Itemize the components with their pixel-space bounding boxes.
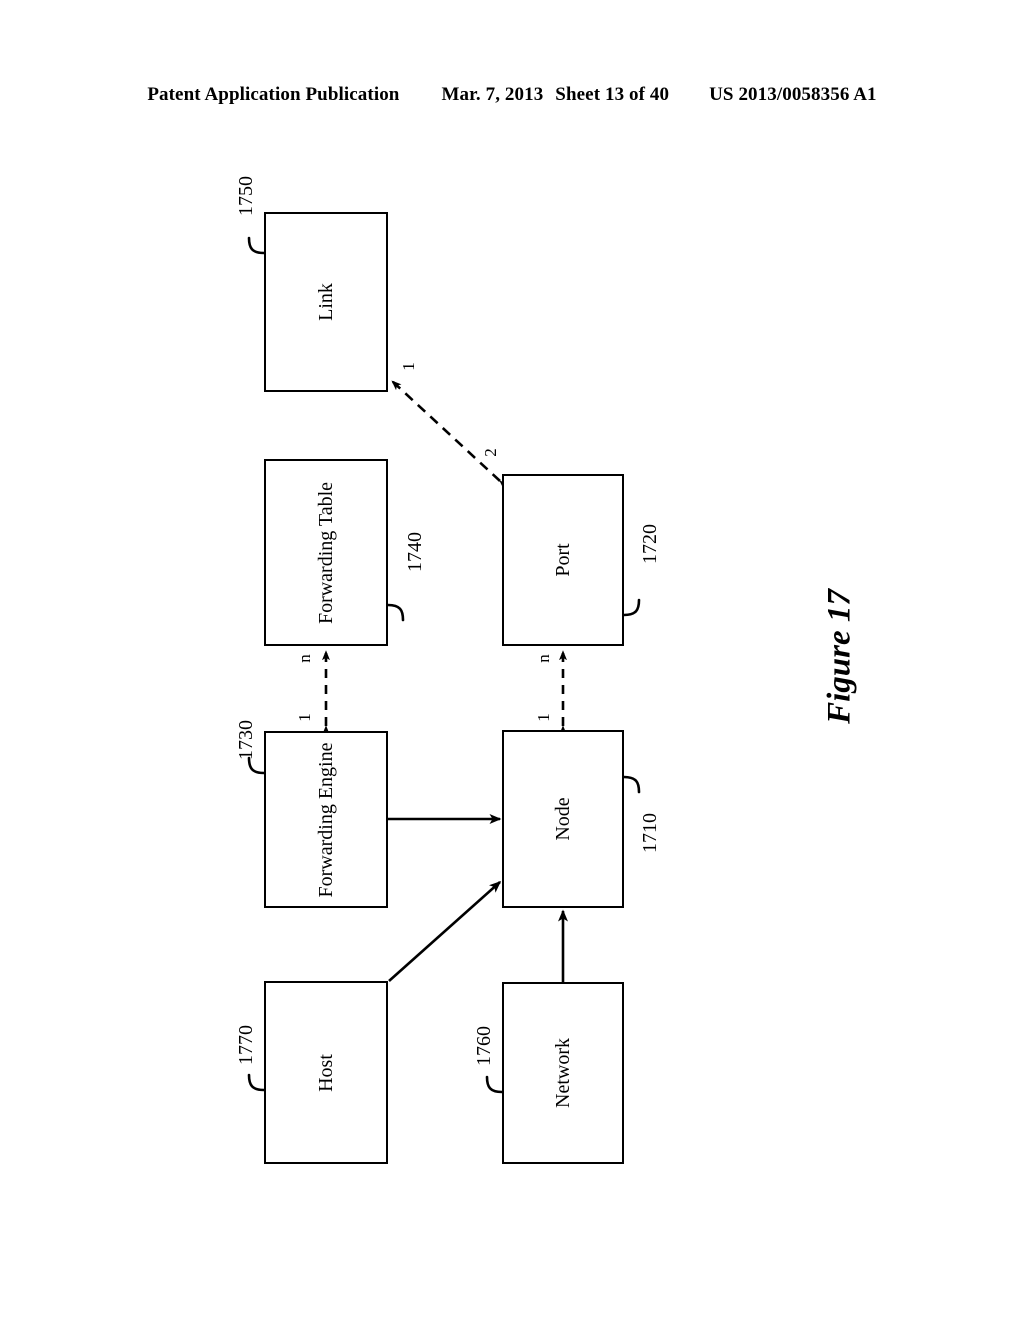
leader-line-1740 xyxy=(386,603,405,622)
diagram-box-port-label: Port xyxy=(552,543,574,577)
reference-numeral-1730: 1730 xyxy=(235,720,257,760)
patent-figure-drawing: Link Forwarding Table Port Forwarding En… xyxy=(0,0,1024,1320)
multiplicity-label-forwarding-table-end: n xyxy=(294,654,314,663)
leader-line-1770 xyxy=(247,1073,266,1092)
multiplicity-label-port-node-port-end: n xyxy=(533,654,553,663)
diagram-box-forwarding-table[interactable]: Forwarding Table xyxy=(264,459,388,646)
leader-line-1750 xyxy=(247,236,266,255)
diagram-box-host[interactable]: Host xyxy=(264,981,388,1164)
multiplicity-label-link-end: 1 xyxy=(398,362,418,371)
reference-numeral-1740: 1740 xyxy=(404,532,426,572)
diagram-box-forwarding-engine-label: Forwarding Engine xyxy=(315,742,337,897)
diagram-box-link-label: Link xyxy=(315,283,337,321)
connector-port-link xyxy=(391,380,510,491)
figure-caption: Figure 17 xyxy=(821,589,858,724)
diagram-box-forwarding-engine[interactable]: Forwarding Engine xyxy=(264,731,388,908)
multiplicity-label-port-end: 2 xyxy=(480,448,500,457)
multiplicity-label-forwarding-engine-end: 1 xyxy=(294,713,314,722)
leader-line-1710 xyxy=(622,775,641,794)
multiplicity-label-port-node-node-end: 1 xyxy=(533,713,553,722)
reference-numeral-1760: 1760 xyxy=(473,1026,495,1066)
leader-line-1760 xyxy=(485,1075,504,1094)
reference-numeral-1750: 1750 xyxy=(235,176,257,216)
diagram-box-network-label: Network xyxy=(552,1038,574,1108)
reference-numeral-1710: 1710 xyxy=(639,813,661,853)
connector-host-node xyxy=(388,881,502,982)
reference-numeral-1720: 1720 xyxy=(639,524,661,564)
diagram-box-host-label: Host xyxy=(315,1053,337,1092)
reference-numeral-1770: 1770 xyxy=(235,1025,257,1065)
diagram-box-port[interactable]: Port xyxy=(502,474,624,646)
diagram-box-forwarding-table-label: Forwarding Table xyxy=(315,481,337,624)
diagram-box-link[interactable]: Link xyxy=(264,212,388,392)
leader-line-1720 xyxy=(622,598,641,617)
leader-line-1730 xyxy=(247,756,266,775)
diagram-box-node[interactable]: Node xyxy=(502,730,624,908)
diagram-box-node-label: Node xyxy=(552,797,574,841)
diagram-box-network[interactable]: Network xyxy=(502,982,624,1164)
